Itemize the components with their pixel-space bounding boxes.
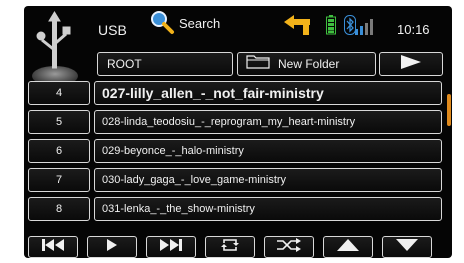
new-folder-label: New Folder [278, 57, 340, 71]
next-track-button[interactable] [146, 236, 196, 258]
previous-track-icon [42, 238, 64, 256]
media-screen: USB Search 10:16 ROOT New Folder 4 027-l… [24, 6, 452, 258]
scroll-down-icon [396, 238, 418, 256]
scroll-up-button[interactable] [323, 236, 373, 258]
usb-source-icon[interactable] [30, 10, 80, 90]
track-title: 031-lenka_-_the_show-ministry [94, 197, 442, 221]
folder-icon [246, 53, 270, 76]
current-folder-box[interactable]: ROOT [97, 52, 233, 76]
source-label: USB [98, 22, 127, 38]
track-row[interactable]: 7 030-lady_gaga_-_love_game-ministry [28, 168, 446, 192]
play-icon [106, 238, 118, 256]
shuffle-button[interactable] [264, 236, 314, 258]
track-number: 8 [28, 197, 90, 221]
new-folder-button[interactable]: New Folder [237, 52, 376, 76]
play-button[interactable] [87, 236, 137, 258]
track-row[interactable]: 8 031-lenka_-_the_show-ministry [28, 197, 446, 221]
repeat-icon [221, 238, 239, 257]
track-row[interactable]: 6 029-beyonce_-_halo-ministry [28, 139, 446, 163]
track-row[interactable]: 5 028-linda_teodosiu_-_reprogram_my_heart… [28, 110, 446, 134]
track-number: 4 [28, 81, 90, 105]
track-number: 7 [28, 168, 90, 192]
track-number: 6 [28, 139, 90, 163]
magnifier-icon [149, 9, 175, 38]
scroll-up-icon [337, 238, 359, 256]
track-title: 028-linda_teodosiu_-_reprogram_my_heart-… [94, 110, 442, 134]
signal-bars-icon [355, 17, 377, 40]
scroll-thumb[interactable] [447, 94, 451, 126]
track-row[interactable]: 4 027-lilly_allen_-_not_fair-ministry [28, 81, 446, 105]
search-button[interactable]: Search [149, 10, 220, 36]
track-number: 5 [28, 110, 90, 134]
battery-icon [326, 15, 336, 40]
current-folder-label: ROOT [107, 57, 142, 71]
nav-arrow-icon[interactable] [284, 14, 314, 41]
track-title: 027-lilly_allen_-_not_fair-ministry [94, 81, 442, 105]
previous-track-button[interactable] [28, 236, 78, 258]
play-arrow-icon [401, 54, 421, 74]
next-page-button[interactable] [379, 52, 443, 76]
track-title: 029-beyonce_-_halo-ministry [94, 139, 442, 163]
track-title: 030-lady_gaga_-_love_game-ministry [94, 168, 442, 192]
clock: 10:16 [397, 22, 430, 37]
repeat-button[interactable] [205, 236, 255, 258]
search-label: Search [179, 15, 221, 31]
scroll-down-button[interactable] [382, 236, 432, 258]
shuffle-icon [277, 237, 301, 257]
next-track-icon [160, 238, 182, 256]
